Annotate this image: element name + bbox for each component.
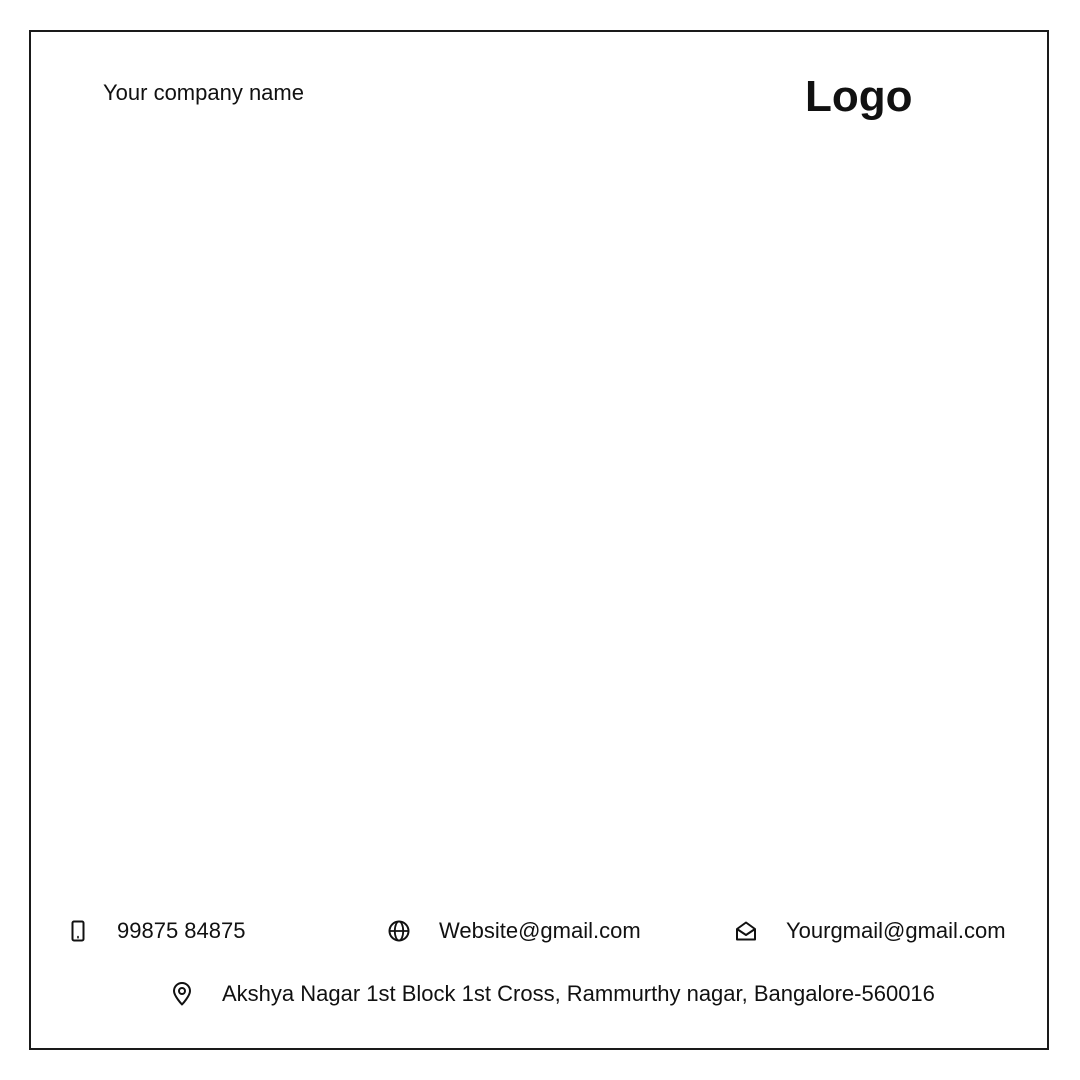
contact-email: Yourgmail@gmail.com: [734, 917, 1006, 945]
postal-address: Akshya Nagar 1st Block 1st Cross, Rammur…: [222, 981, 935, 1006]
website-address: Website@gmail.com: [439, 918, 641, 943]
phone-number: 99875 84875: [117, 918, 246, 943]
globe-icon: [387, 919, 411, 943]
mail-open-icon: [734, 919, 758, 943]
contact-phone: 99875 84875: [66, 917, 245, 945]
page-border: [29, 30, 1049, 1050]
location-pin-icon: [170, 982, 194, 1006]
contact-website: Website@gmail.com: [387, 917, 641, 945]
logo-placeholder: Logo: [805, 72, 913, 121]
email-address: Yourgmail@gmail.com: [786, 918, 1006, 943]
company-name: Your company name: [103, 80, 304, 105]
phone-icon: [66, 919, 90, 943]
contact-address: Akshya Nagar 1st Block 1st Cross, Rammur…: [170, 980, 935, 1008]
